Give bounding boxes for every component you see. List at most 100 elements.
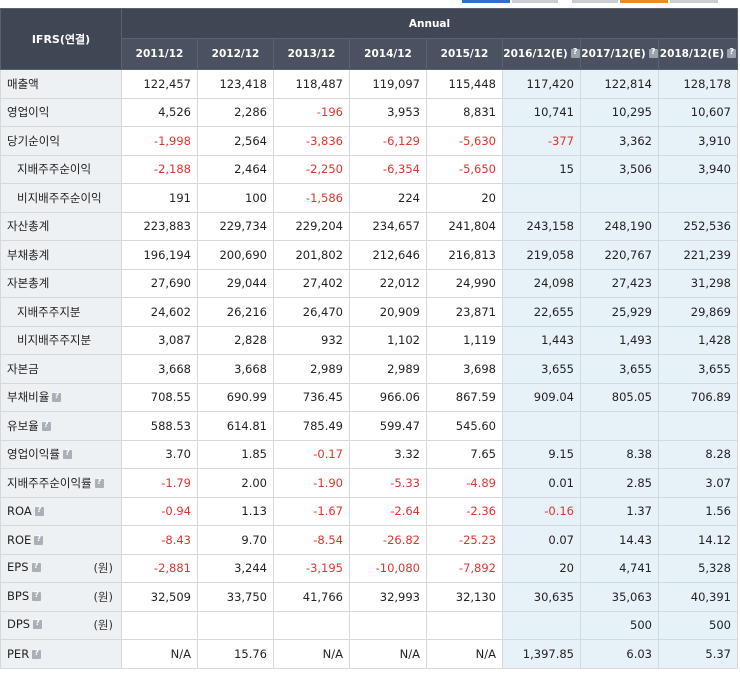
table-cell: 212,646 <box>349 240 427 270</box>
table-cell: 118,487 <box>273 69 350 99</box>
row-label-cell: 유보율 <box>0 411 122 441</box>
row-label-cell: 지배주주지분 <box>0 297 122 327</box>
table-cell: 1,102 <box>349 325 427 355</box>
tab-indicator-gray[interactable] <box>512 0 558 3</box>
help-icon[interactable] <box>52 391 62 403</box>
table-cell: 25,929 <box>580 297 659 327</box>
column-header-label: 2014/12 <box>364 48 412 60</box>
table-row: 지배주주순이익 -2,188 2,464 -2,250 -6,354 -5,650 15 3,… <box>0 154 738 184</box>
table-cell: -3,836 <box>273 126 350 156</box>
help-icon[interactable] <box>41 420 51 431</box>
help-icon[interactable] <box>33 618 43 630</box>
table-cell: -377 <box>502 126 581 156</box>
table-cell: 3,668 <box>197 354 274 384</box>
table-cell <box>121 610 198 640</box>
table-cell: 3,655 <box>580 354 659 384</box>
table-row: 당기순이익 -1,998 2,564 -3,836 -6,129 -5,630 -377 3,… <box>0 126 738 156</box>
table-cell: 8.28 <box>658 439 738 469</box>
row-label: 영업이익률 <box>7 447 60 462</box>
help-icon[interactable] <box>648 47 658 58</box>
row-label: ROA <box>7 504 32 519</box>
row-label-cell: 비지배주주순이익 <box>0 183 122 213</box>
tab-indicator-orange[interactable] <box>620 0 668 3</box>
help-icon[interactable] <box>34 534 44 545</box>
column-header: 2015/12 <box>426 38 503 70</box>
table-row: 유보율 588.53614.81785.49599.47545.60 <box>0 411 738 441</box>
table-cell: -1.79 <box>121 468 198 498</box>
help-icon[interactable] <box>727 47 737 58</box>
help-icon[interactable] <box>570 47 580 58</box>
table-cell: 3,362 <box>580 126 659 156</box>
tab-indicator-blue[interactable] <box>462 0 510 3</box>
table-cell: 3,668 <box>121 354 198 384</box>
table-row: EPS (원) -2,8813,244-3,195-10,080-7,892204,… <box>0 553 738 583</box>
row-label-cell: 부채비율 <box>0 382 122 412</box>
table-cell: 3.70 <box>121 439 198 469</box>
table-cell: 14.43 <box>580 525 659 555</box>
table-cell: 3,655 <box>502 354 581 384</box>
table-cell: 252,536 <box>658 211 738 241</box>
help-icon[interactable] <box>32 590 42 601</box>
table-cell: 7.65 <box>426 439 503 469</box>
table-row: ROE -8.439.70-8.54-26.82-25.230.0714.4314… <box>0 525 738 555</box>
table-cell: -5,630 <box>426 126 503 156</box>
help-icon[interactable] <box>32 648 42 659</box>
table-cell: -1,998 <box>121 126 198 156</box>
table-cell: 29,869 <box>658 297 738 327</box>
table-cell: 22,655 <box>502 297 581 327</box>
table-cell: N/A <box>426 639 503 669</box>
table-cell: 805.05 <box>580 382 659 412</box>
table-cell: 932 <box>273 325 350 355</box>
table-cell: 30,635 <box>502 582 581 612</box>
row-label: ROE <box>7 532 32 547</box>
help-icon[interactable] <box>94 477 104 488</box>
table-cell: 20,909 <box>349 297 427 327</box>
table-cell: 123,418 <box>197 69 274 99</box>
table-cell: 2.85 <box>580 468 659 498</box>
help-icon[interactable] <box>34 505 44 517</box>
row-label-cell: 영업이익 <box>0 97 122 127</box>
column-header: 2016/12(E) <box>502 38 581 70</box>
row-label: PER <box>7 646 30 661</box>
table-cell: 223,883 <box>121 211 198 241</box>
table-cell: 736.45 <box>273 382 350 412</box>
table-cell: 241,804 <box>426 211 503 241</box>
table-cell: 119,097 <box>349 69 427 99</box>
financial-table-panel: { "table": { "corner_label": "IFRS(연결)",… <box>0 0 740 683</box>
table-cell: 909.04 <box>502 382 581 412</box>
tab-indicator-gray[interactable] <box>670 0 718 3</box>
help-icon[interactable] <box>62 448 72 460</box>
tab-indicator-gray[interactable] <box>572 0 618 3</box>
table-cell: -2,881 <box>121 553 198 583</box>
table-cell: -0.17 <box>273 439 350 469</box>
table-cell: 599.47 <box>349 411 427 441</box>
table-cell: 1,443 <box>502 325 581 355</box>
table-cell: 196,194 <box>121 240 198 270</box>
table-cell: 220,767 <box>580 240 659 270</box>
table-cell: 221,239 <box>658 240 738 270</box>
row-label: 자본총계 <box>7 276 50 291</box>
table-cell: -2,250 <box>273 154 350 184</box>
table-body: 매출액 122,457 123,418 118,487 119,097 115,448 11… <box>0 69 738 669</box>
table-cell: 14.12 <box>658 525 738 555</box>
table-cell: 3,940 <box>658 154 738 184</box>
table-cell: -3,195 <box>273 553 350 583</box>
table-cell: -1.67 <box>273 496 350 526</box>
row-label: 지배주주순이익 <box>17 162 92 177</box>
table-cell: 122,814 <box>580 69 659 99</box>
table-cell: -1.90 <box>273 468 350 498</box>
table-cell: -196 <box>273 97 350 127</box>
column-group-label: Annual <box>121 8 738 39</box>
row-label: 비지배주주순이익 <box>17 190 102 205</box>
table-row: 영업이익 4,526 2,286 -196 3,953 8,831 10,741 10,295… <box>0 97 738 127</box>
table-cell: 24,990 <box>426 268 503 298</box>
table-cell: 2.00 <box>197 468 274 498</box>
table-row: 지배주주순이익률 -1.792.00-1.90-5.33-4.890.012.85… <box>0 468 738 498</box>
table-cell: -5,650 <box>426 154 503 184</box>
table-cell: -8.43 <box>121 525 198 555</box>
table-cell: 3.07 <box>658 468 738 498</box>
table-cell: -8.54 <box>273 525 350 555</box>
help-icon[interactable] <box>31 561 41 573</box>
table-cell: -6,129 <box>349 126 427 156</box>
top-tab-strip <box>0 0 740 8</box>
